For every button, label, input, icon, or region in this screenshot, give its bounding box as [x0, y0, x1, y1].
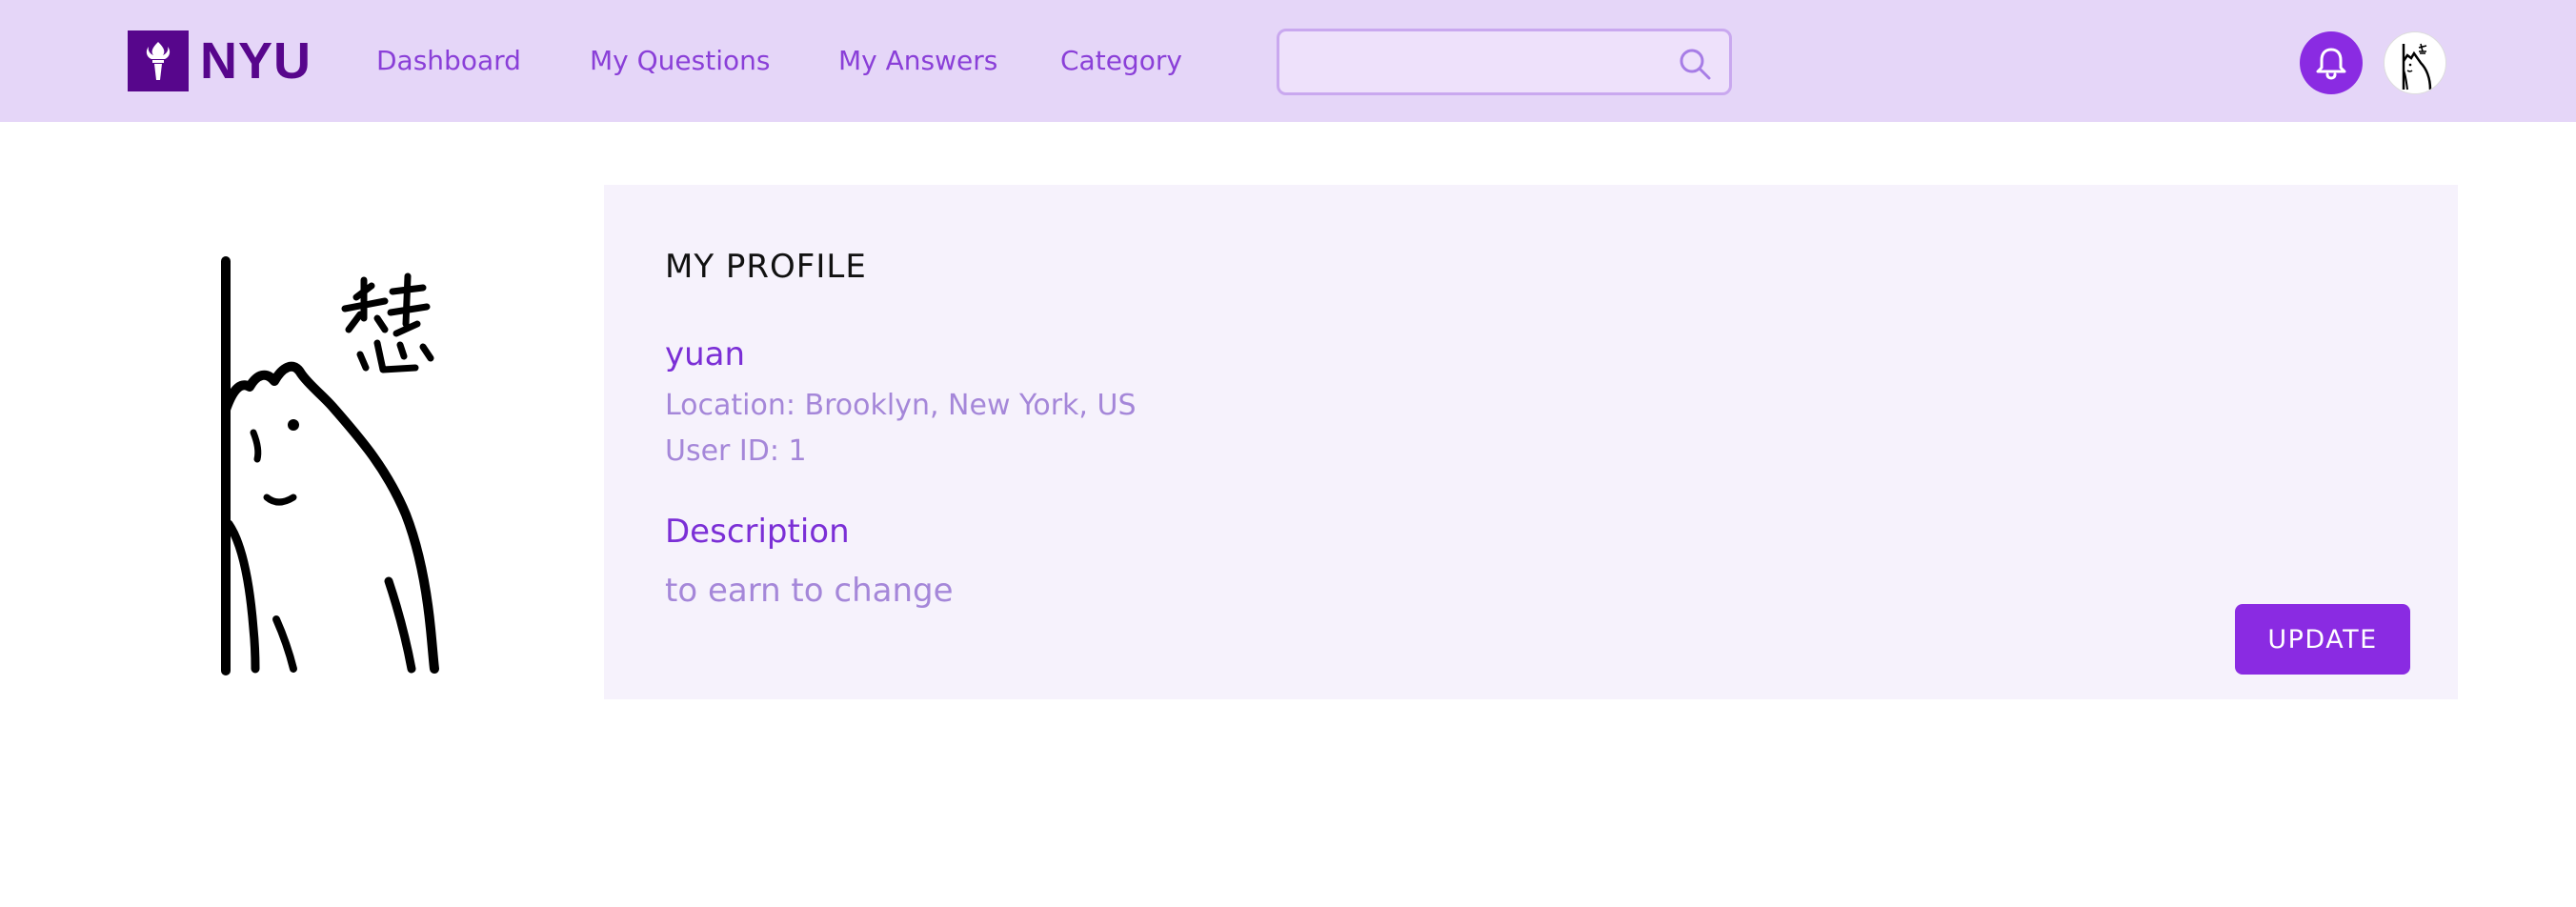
bell-icon — [2316, 48, 2346, 80]
user-location: Location: Brooklyn, New York, US — [665, 389, 1137, 422]
nav-category[interactable]: Category — [1060, 44, 1182, 78]
username: yuan — [665, 335, 746, 373]
search-box — [1277, 29, 1732, 95]
nyu-logo-link[interactable]: NYU — [128, 30, 312, 91]
user-id: User ID: 1 — [665, 434, 807, 468]
description-heading: Description — [665, 513, 850, 551]
logo-text: NYU — [200, 32, 312, 90]
notification-button[interactable] — [2300, 31, 2363, 94]
nav-my-answers[interactable]: My Answers — [838, 44, 997, 78]
page-title: MY PROFILE — [665, 248, 867, 286]
torch-icon — [128, 30, 189, 91]
cat-avatar-icon — [2402, 43, 2432, 91]
search-input[interactable] — [1293, 41, 1659, 85]
nav-dashboard[interactable]: Dashboard — [376, 44, 521, 78]
description-text: to earn to change — [665, 572, 954, 610]
update-button[interactable]: UPDATE — [2235, 604, 2410, 675]
top-navbar: NYU Dashboard My Questions My Answers Ca… — [0, 0, 2576, 122]
search-icon[interactable] — [1678, 47, 1712, 81]
nav-my-questions[interactable]: My Questions — [590, 44, 770, 78]
user-avatar-button[interactable] — [2384, 31, 2446, 94]
profile-picture — [191, 238, 533, 676]
profile-card: MY PROFILE yuan Location: Brooklyn, New … — [604, 185, 2458, 699]
